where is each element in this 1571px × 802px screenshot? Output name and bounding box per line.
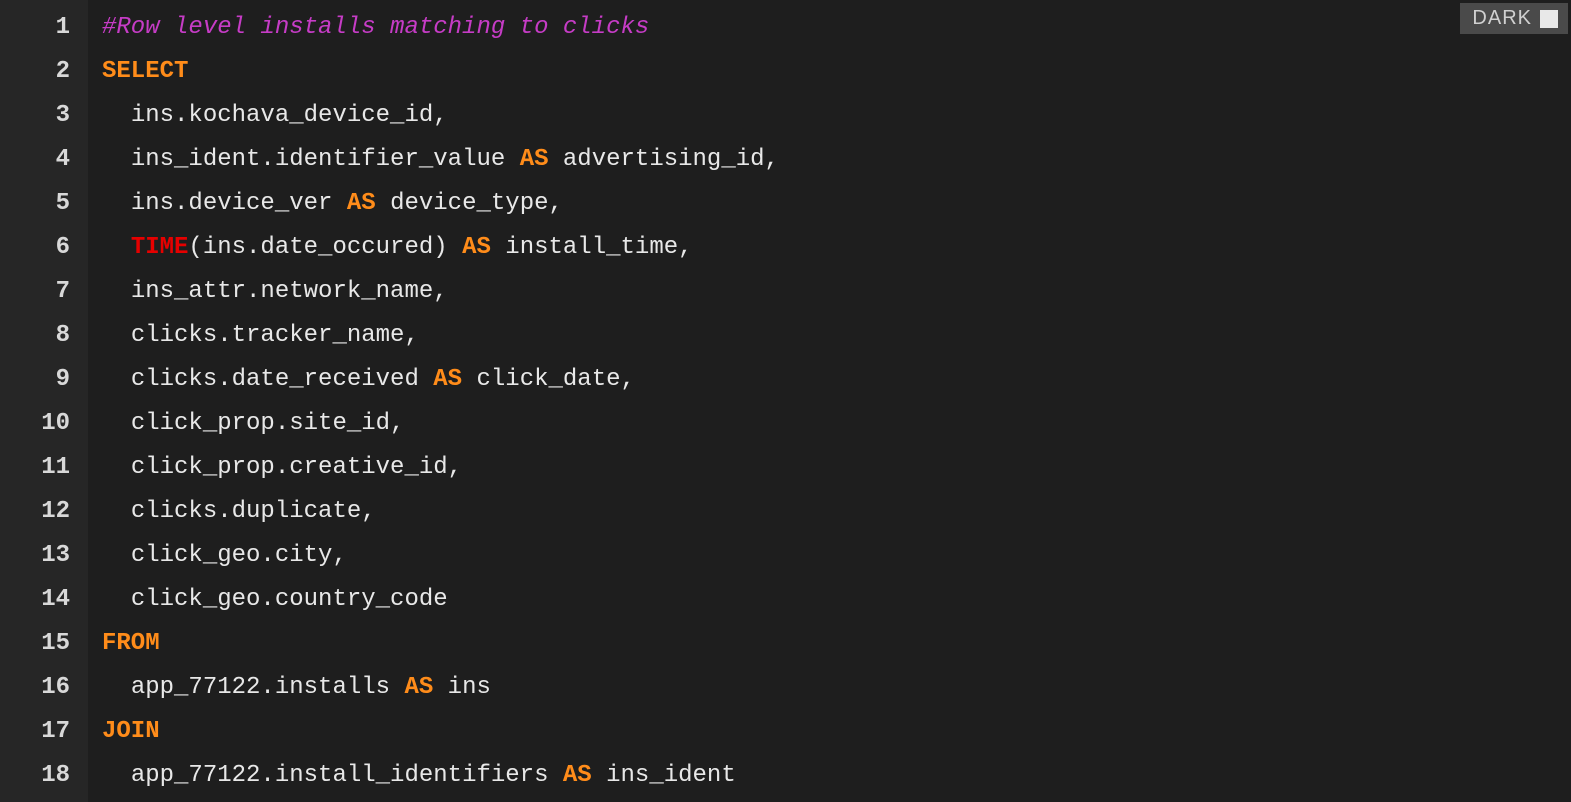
line-number: 5 — [0, 182, 88, 226]
code-line[interactable]: clicks.duplicate, — [102, 490, 1571, 534]
code-line[interactable]: click_prop.site_id, — [102, 402, 1571, 446]
indent — [102, 586, 131, 613]
line-number: 14 — [0, 578, 88, 622]
line-number: 6 — [0, 226, 88, 270]
indent — [102, 498, 131, 525]
code-token: app_77122.installs — [131, 674, 405, 701]
line-number: 11 — [0, 446, 88, 490]
indent — [102, 366, 131, 393]
line-number: 9 — [0, 358, 88, 402]
code-line[interactable]: #Row level installs matching to clicks — [102, 6, 1571, 50]
indent — [102, 542, 131, 569]
line-number: 10 — [0, 402, 88, 446]
code-token: ins_attr.network_name, — [131, 278, 448, 305]
code-token: click_prop.site_id, — [131, 410, 405, 437]
indent — [102, 146, 131, 173]
code-line[interactable]: click_geo.country_code — [102, 578, 1571, 622]
code-token: (ins.date_occured) — [188, 234, 462, 261]
code-token: JOIN — [102, 718, 160, 745]
indent — [102, 190, 131, 217]
code-token: ins.device_ver — [131, 190, 347, 217]
indent — [102, 278, 131, 305]
line-number-gutter: 123456789101112131415161718 — [0, 0, 88, 802]
line-number: 1 — [0, 6, 88, 50]
indent — [102, 410, 131, 437]
code-token: AS — [404, 674, 433, 701]
code-token: click_geo.country_code — [131, 586, 448, 613]
code-token: device_type, — [376, 190, 563, 217]
code-token: ins — [433, 674, 491, 701]
code-area[interactable]: DARK #Row level installs matching to cli… — [88, 0, 1571, 802]
code-token: AS — [347, 190, 376, 217]
line-number: 2 — [0, 50, 88, 94]
line-number: 7 — [0, 270, 88, 314]
line-number: 15 — [0, 622, 88, 666]
code-token: click_prop.creative_id, — [131, 454, 462, 481]
code-token: clicks.duplicate, — [131, 498, 376, 525]
line-number: 12 — [0, 490, 88, 534]
code-token: #Row level installs matching to clicks — [102, 14, 649, 41]
line-number: 8 — [0, 314, 88, 358]
code-token: app_77122.install_identifiers — [131, 762, 563, 789]
code-line[interactable]: FROM — [102, 622, 1571, 666]
code-token: AS — [433, 366, 462, 393]
code-line[interactable]: TIME(ins.date_occured) AS install_time, — [102, 226, 1571, 270]
code-token: SELECT — [102, 58, 188, 85]
theme-toggle-button[interactable]: DARK — [1460, 3, 1568, 34]
indent — [102, 762, 131, 789]
code-token: AS — [520, 146, 549, 173]
code-line[interactable]: clicks.date_received AS click_date, — [102, 358, 1571, 402]
code-token: clicks.date_received — [131, 366, 433, 393]
indent — [102, 674, 131, 701]
code-line[interactable]: ins.kochava_device_id, — [102, 94, 1571, 138]
theme-toggle-label: DARK — [1472, 7, 1532, 30]
indent — [102, 234, 131, 261]
code-token: advertising_id, — [549, 146, 779, 173]
code-token: ins_ident — [592, 762, 736, 789]
code-token: click_geo.city, — [131, 542, 347, 569]
line-number: 4 — [0, 138, 88, 182]
code-line[interactable]: ins_attr.network_name, — [102, 270, 1571, 314]
code-line[interactable]: ins.device_ver AS device_type, — [102, 182, 1571, 226]
indent — [102, 102, 131, 129]
code-line[interactable]: SELECT — [102, 50, 1571, 94]
code-line[interactable]: app_77122.install_identifiers AS ins_ide… — [102, 754, 1571, 798]
code-token: ins_ident.identifier_value — [131, 146, 520, 173]
code-line[interactable]: clicks.tracker_name, — [102, 314, 1571, 358]
code-line[interactable]: click_prop.creative_id, — [102, 446, 1571, 490]
code-token: install_time, — [491, 234, 693, 261]
line-number: 3 — [0, 94, 88, 138]
code-token: FROM — [102, 630, 160, 657]
code-line[interactable]: JOIN — [102, 710, 1571, 754]
indent — [102, 454, 131, 481]
line-number: 13 — [0, 534, 88, 578]
line-number: 18 — [0, 754, 88, 798]
line-number: 17 — [0, 710, 88, 754]
line-number: 16 — [0, 666, 88, 710]
indent — [102, 322, 131, 349]
theme-swatch-icon — [1540, 10, 1558, 28]
code-line[interactable]: app_77122.installs AS ins — [102, 666, 1571, 710]
code-token: AS — [563, 762, 592, 789]
code-line[interactable]: click_geo.city, — [102, 534, 1571, 578]
code-token: clicks.tracker_name, — [131, 322, 419, 349]
code-token: TIME — [131, 234, 189, 261]
code-editor[interactable]: 123456789101112131415161718 DARK #Row le… — [0, 0, 1571, 802]
code-token: ins.kochava_device_id, — [131, 102, 448, 129]
code-line[interactable]: ins_ident.identifier_value AS advertisin… — [102, 138, 1571, 182]
code-token: click_date, — [462, 366, 635, 393]
code-token: AS — [462, 234, 491, 261]
